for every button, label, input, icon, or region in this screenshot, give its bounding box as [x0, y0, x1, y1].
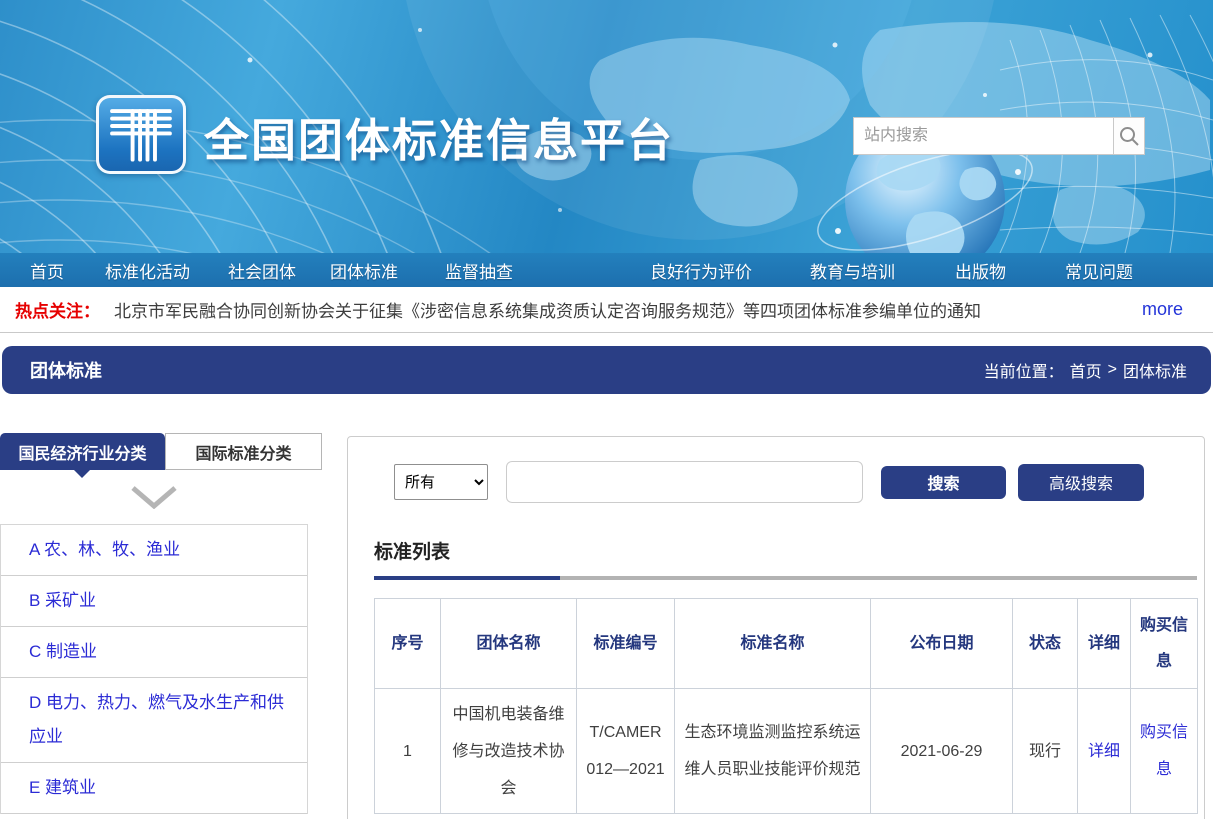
standards-table: 序号 团体名称 标准编号 标准名称 公布日期 状态 详细 购买信息 1 中国机电… [374, 598, 1198, 814]
sidebar-item-category-b[interactable]: B 采矿业 [1, 576, 307, 627]
sidebar-item-category-e[interactable]: E 建筑业 [1, 763, 307, 814]
nav-item-education-training[interactable]: 教育与培训 [810, 258, 895, 283]
nav-item-standardization-activities[interactable]: 标准化活动 [105, 258, 190, 283]
page: 全国团体标准信息平台 首页 标准化活动 社会团体 团体标准 监督抽查 良好行为评… [0, 0, 1213, 819]
cell-status: 现行 [1013, 689, 1078, 814]
breadcrumb-label: 当前位置： [984, 358, 1064, 382]
sidebar-tabs: 国民经济行业分类 国际标准分类 [0, 433, 322, 470]
col-header-code: 标准编号 [577, 599, 675, 689]
breadcrumb-home-link[interactable]: 首页 [1070, 358, 1102, 382]
sidebar-item-category-c[interactable]: C 制造业 [1, 627, 307, 678]
nav-item-group-standards[interactable]: 团体标准 [330, 258, 398, 283]
filter-field-select[interactable]: 所有 [394, 464, 488, 500]
tab-label: 国际标准分类 [195, 440, 291, 464]
col-header-date: 公布日期 [871, 599, 1013, 689]
hot-news-label: 热点关注： [15, 297, 100, 322]
detail-link[interactable]: 详细 [1088, 743, 1120, 760]
title-rule [374, 576, 1197, 580]
more-link[interactable]: more [1142, 299, 1183, 320]
col-header-status: 状态 [1013, 599, 1078, 689]
cell-standard-name: 生态环境监测监控系统运维人员职业技能评价规范 [675, 689, 871, 814]
cell-index: 1 [375, 689, 441, 814]
hot-news-link[interactable]: 北京市军民融合协同创新协会关于征集《涉密信息系统集成资质认定咨询服务规范》等四项… [114, 297, 1130, 322]
nav-item-supervision-checks[interactable]: 监督抽查 [445, 258, 513, 283]
section-band: 团体标准 当前位置： 首页 > 团体标准 [2, 346, 1211, 394]
nav-item-publications[interactable]: 出版物 [955, 258, 1006, 283]
category-list: A 农、林、牧、渔业 B 采矿业 C 制造业 D 电力、热力、燃气及水生产和供应… [0, 524, 308, 814]
site-logo-icon[interactable] [96, 95, 186, 174]
sidebar-item-category-a[interactable]: A 农、林、牧、渔业 [1, 525, 307, 576]
nav-item-social-organizations[interactable]: 社会团体 [228, 258, 296, 283]
site-search-button[interactable] [1114, 117, 1145, 155]
nav-item-good-behavior-evaluation[interactable]: 良好行为评价 [650, 258, 752, 283]
filter-row: 所有 搜索 高级搜索 [374, 437, 1196, 503]
col-header-detail: 详细 [1078, 599, 1131, 689]
site-title: 全国团体标准信息平台 [204, 104, 674, 169]
cell-buy: 购买信息 [1131, 689, 1198, 814]
col-header-name: 标准名称 [675, 599, 871, 689]
search-button[interactable]: 搜索 [881, 466, 1006, 499]
site-search-input[interactable] [853, 117, 1114, 155]
list-title: 标准列表 [374, 537, 1196, 564]
cell-detail: 详细 [1078, 689, 1131, 814]
category-sidebar: 国民经济行业分类 国际标准分类 A 农、林、牧、渔业 B 采矿业 C 制造业 D… [0, 433, 322, 814]
sidebar-item-category-d[interactable]: D 电力、热力、燃气及水生产和供应业 [1, 678, 307, 763]
buy-info-link[interactable]: 购买信息 [1140, 724, 1188, 778]
header-banner: 全国团体标准信息平台 [0, 0, 1213, 253]
cell-standard-code: T/CAMER 012—2021 [577, 689, 675, 814]
search-icon [1118, 125, 1140, 147]
chevron-down-icon [0, 470, 308, 524]
main-nav: 首页 标准化活动 社会团体 团体标准 监督抽查 良好行为评价 教育与培训 出版物… [0, 253, 1213, 287]
content-area: 国民经济行业分类 国际标准分类 A 农、林、牧、渔业 B 采矿业 C 制造业 D… [0, 394, 1213, 819]
nav-item-faq[interactable]: 常见问题 [1065, 258, 1133, 283]
site-search [853, 117, 1145, 155]
standards-search-input[interactable] [506, 461, 863, 503]
table-header-row: 序号 团体名称 标准编号 标准名称 公布日期 状态 详细 购买信息 [375, 599, 1198, 689]
breadcrumb-separator: > [1108, 361, 1117, 379]
hot-news-bar: 热点关注： 北京市军民融合协同创新协会关于征集《涉密信息系统集成资质认定咨询服务… [0, 287, 1213, 333]
table-row: 1 中国机电装备维修与改造技术协会 T/CAMER 012—2021 生态环境监… [375, 689, 1198, 814]
page-title: 团体标准 [30, 357, 102, 383]
breadcrumb-current-link[interactable]: 团体标准 [1123, 358, 1187, 382]
active-tab-pointer-icon [74, 470, 90, 478]
tab-national-economy-classification[interactable]: 国民经济行业分类 [0, 433, 165, 470]
tab-label: 国民经济行业分类 [18, 440, 146, 464]
nav-item-home[interactable]: 首页 [30, 258, 64, 283]
col-header-org: 团体名称 [441, 599, 577, 689]
col-header-index: 序号 [375, 599, 441, 689]
advanced-search-button[interactable]: 高级搜索 [1018, 464, 1144, 501]
cell-org-name: 中国机电装备维修与改造技术协会 [441, 689, 577, 814]
cell-publish-date: 2021-06-29 [871, 689, 1013, 814]
tab-international-standard-classification[interactable]: 国际标准分类 [165, 433, 322, 470]
standards-panel: 所有 搜索 高级搜索 标准列表 序号 团体名称 标 [347, 436, 1205, 819]
breadcrumb: 当前位置： 首页 > 团体标准 [984, 358, 1187, 382]
col-header-buy: 购买信息 [1131, 599, 1198, 689]
